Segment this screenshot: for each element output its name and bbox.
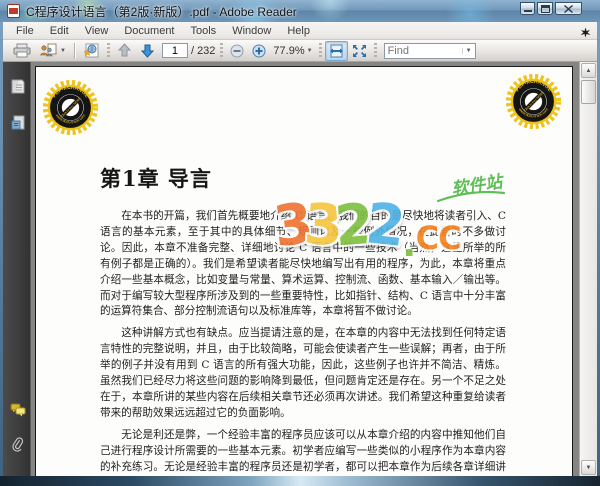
menu-item-document[interactable]: Document [116,23,182,39]
menu-item-view[interactable]: View [77,23,117,39]
title-bar: C程序设计语言（第2版·新版）.pdf - Adobe Reader [0,0,600,22]
watermark-site-label: 软件站 [450,172,504,200]
pdf-xchange-stamp-right[interactable]: PDF-XCHANGE www.docu-track.com Click to … [505,73,562,130]
previous-page-button[interactable] [113,41,136,61]
watermark-underline-swoosh [436,191,506,203]
print-button[interactable] [9,41,35,61]
paragraph: 无论是利还是弊，一个经验丰富的程序员应该可以从本章介绍的内容中推知他们自己进行程… [100,428,506,473]
share-button[interactable]: ▼ [35,41,70,61]
main-area: PDF-XCHANGE www.docu-track.com Click to … [3,62,597,476]
page-count-label: / 232 [190,44,216,57]
down-arrow-icon [140,44,155,58]
printer-icon [13,43,31,58]
document-body-text: 在本书的开篇，我们首先概要地介绍 C 语言。我们的目的是尽快地将读者引入、C 语… [100,209,506,476]
fit-page-button[interactable] [348,41,371,61]
paragraph: 这种讲解方式也有缺点。应当提请注意的是，在本章的内容中无法找到任何特定语言特性的… [100,327,506,419]
chapter-title: 第1章 导言 [100,166,212,191]
chevron-down-icon: ▼ [60,47,66,54]
zoom-in-button[interactable] [248,41,270,61]
sidebar-page-thumbnails-button[interactable] [9,78,26,95]
globe-document-icon [83,43,99,58]
zoom-out-button[interactable] [226,41,248,61]
minimize-icon [523,9,532,12]
paragraph: 在本书的开篇，我们首先概要地介绍 C 语言。我们的目的是尽快地将读者引入、C 语… [100,210,506,318]
fit-width-button[interactable] [324,40,348,61]
menu-item-window[interactable]: Window [224,23,279,39]
share-people-icon [39,43,57,57]
document-area: PDF-XCHANGE www.docu-track.com Click to … [31,62,579,476]
sidebar-bookmarks-button[interactable] [9,114,26,131]
scrollbar-thumb[interactable] [581,80,596,104]
sidebar-comments-button[interactable] [9,401,26,418]
window-bottom-border [0,476,600,486]
pdf-xchange-stamp-left[interactable]: PDF-XCHANGE www.docu-track.com Click to … [42,79,99,136]
chevron-down-icon: ▼ [306,47,313,54]
collaborate-button[interactable] [79,41,104,61]
toolbar: ▼ / 232 77.9% ▼ [3,40,597,62]
navigation-pane [3,62,31,476]
comments-icon [10,403,25,416]
page-number-input[interactable] [161,43,188,58]
vertical-scrollbar[interactable]: ▲ ▼ [579,62,597,476]
page-thumbnails-icon [11,79,24,93]
paperclip-icon [11,437,23,452]
fit-page-icon [352,44,366,57]
find-search-box: ▼ [383,42,476,59]
close-icon [564,4,573,13]
zoom-value: 77.9% [273,44,305,57]
next-page-button[interactable] [136,41,159,61]
menu-bar: File Edit View Document Tools Window Hel… [3,22,597,40]
scrollbar-up-button[interactable]: ▲ [581,63,596,78]
up-arrow-icon [117,43,132,57]
menu-item-help[interactable]: Help [279,23,318,39]
find-input[interactable] [384,44,462,57]
maximize-icon [540,4,550,13]
menu-item-file[interactable]: File [8,23,42,39]
find-dropdown-icon[interactable]: ▼ [461,47,475,54]
menu-item-edit[interactable]: Edit [42,23,77,39]
plus-circle-icon [252,44,266,57]
close-button[interactable] [555,2,582,15]
pdf-page: PDF-XCHANGE www.docu-track.com Click to … [35,66,573,476]
bookmarks-icon [11,115,24,129]
window-title: C程序设计语言（第2版·新版）.pdf - Adobe Reader [26,4,297,19]
menu-item-tools[interactable]: Tools [183,23,225,39]
minus-circle-icon [230,44,244,57]
pdf-file-icon [7,4,20,18]
zoom-level-dropdown[interactable]: 77.9% ▼ [270,45,315,57]
minimize-button[interactable] [520,2,535,15]
scrollbar-down-button[interactable]: ▼ [581,460,596,475]
maximize-button[interactable] [537,2,553,15]
fit-width-icon [329,44,343,57]
sidebar-attachments-button[interactable] [9,437,26,454]
